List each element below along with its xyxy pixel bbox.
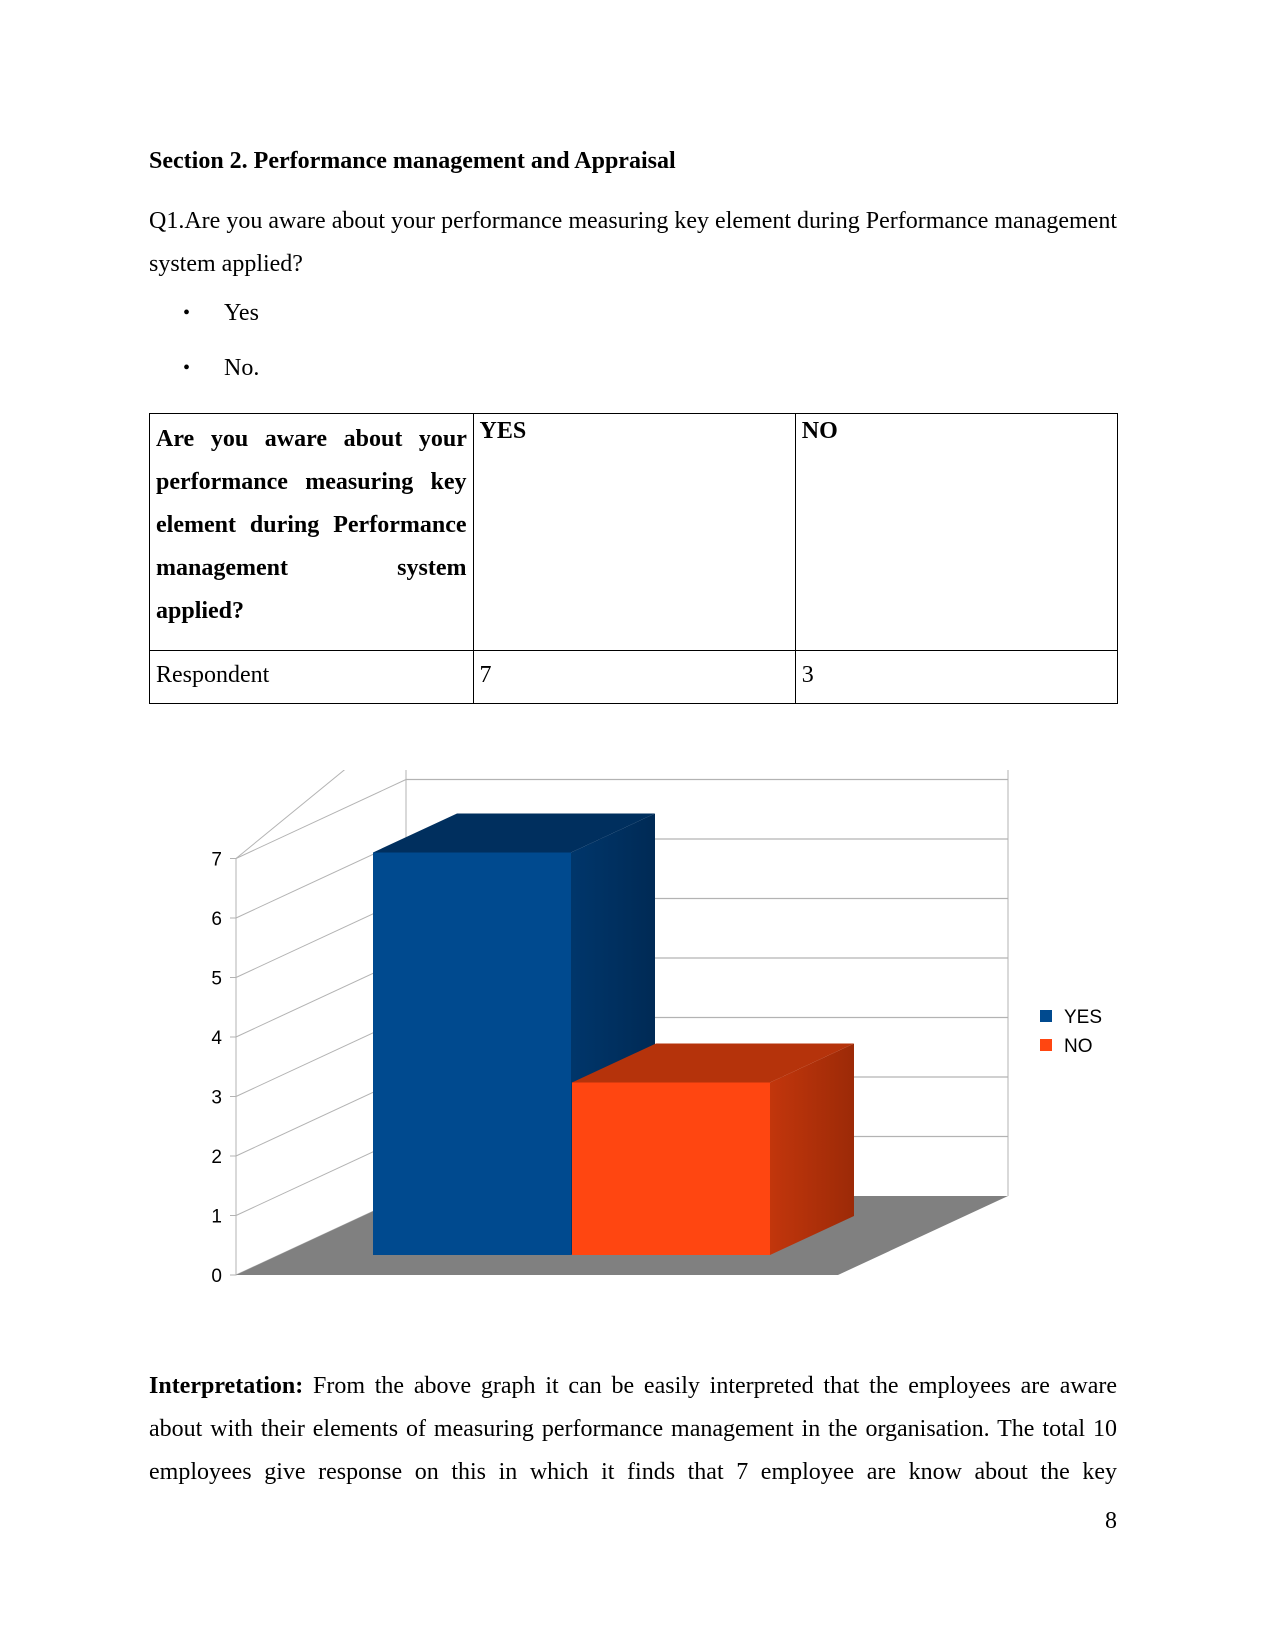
bullet-icon: • <box>182 302 190 324</box>
question-line: management system <box>156 555 467 581</box>
option-yes: • Yes <box>149 300 259 327</box>
y-axis-ticks: 0 1 2 3 4 5 6 7 <box>211 850 222 1288</box>
header-no: NO <box>794 413 1119 651</box>
bar-chart: 0 1 2 3 4 5 6 7 YES NO <box>211 770 1102 1288</box>
table-header-row: Are you aware about your performance mea… <box>149 413 1119 651</box>
page-number: 8 <box>1105 1508 1117 1534</box>
legend-swatch-no <box>1040 1039 1052 1051</box>
question-line: element during Performance <box>156 512 467 538</box>
legend-label-yes: YES <box>1064 1007 1102 1028</box>
legend-swatch-yes <box>1040 1010 1052 1022</box>
legend: YES NO <box>1040 1007 1102 1057</box>
value-no: 3 <box>794 650 1119 704</box>
y-tick-label: 6 <box>211 909 222 930</box>
question-text: Q1.Are you aware about your performance … <box>149 208 1117 277</box>
y-tick-label: 0 <box>211 1266 222 1287</box>
legend-label-no: NO <box>1064 1036 1093 1057</box>
header-yes: YES <box>472 413 796 651</box>
y-tick-label: 2 <box>211 1147 222 1168</box>
bar-front-face <box>572 1082 770 1255</box>
bullet-icon: • <box>182 357 190 379</box>
y-tick-label: 3 <box>211 1088 222 1109</box>
y-tick-label: 7 <box>211 850 222 871</box>
y-tick-label: 4 <box>211 1028 222 1049</box>
y-tick-label: 5 <box>211 969 222 990</box>
response-table: Are you aware about your performance mea… <box>149 413 1119 704</box>
interpretation-paragraph: Interpretation: From the above graph it … <box>149 1365 1117 1494</box>
row-label: Respondent <box>149 650 474 704</box>
option-no: • No. <box>149 355 259 382</box>
interpretation-label: Interpretation: <box>149 1373 304 1399</box>
table-row: Respondent 7 3 <box>149 650 1119 704</box>
section-title: Section 2. Performance management and Ap… <box>149 148 676 174</box>
option-label: Yes <box>224 300 259 326</box>
left-wall-top <box>235 770 346 859</box>
y-tick-label: 1 <box>211 1207 222 1228</box>
value-yes: 7 <box>472 650 796 704</box>
table-question-cell: Are you aware about your performance mea… <box>149 413 474 651</box>
question-line: Are you aware about your <box>156 426 467 452</box>
bar-no <box>572 1043 854 1255</box>
option-label: No. <box>224 355 260 381</box>
bar-front-face <box>373 852 571 1255</box>
gridline-side <box>235 779 407 859</box>
question-line: applied? <box>156 598 245 624</box>
question-line: performance measuring key <box>156 469 467 495</box>
bars <box>373 813 854 1255</box>
